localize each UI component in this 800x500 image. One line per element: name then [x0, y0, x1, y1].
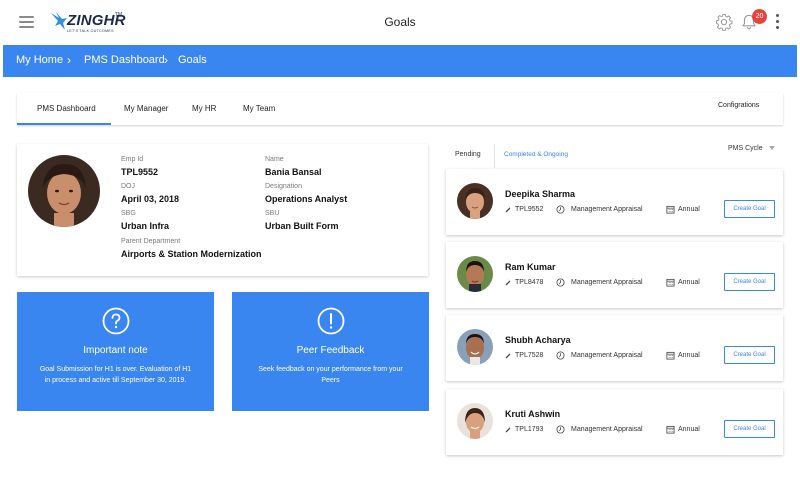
parent-department-value: Airports & Station Modernization — [121, 249, 262, 259]
pms-cycle-label: PMS Cycle — [728, 145, 763, 152]
doj-label: DOJ — [121, 183, 135, 190]
employee-id: TPL8478 — [515, 279, 544, 286]
appraisal-type: Management Appraisal — [571, 426, 643, 433]
important-note-title: Important note — [83, 345, 148, 356]
pin-icon — [505, 205, 511, 213]
employee-card: Ram Kumar TPL8478 Management Appraisal A… — [446, 242, 783, 308]
breadcrumb: My Home › PMS Dashboard › Goals — [3, 45, 797, 77]
exclamation-circle-icon — [317, 307, 345, 335]
tab-configurations[interactable]: Configrations — [718, 102, 759, 109]
employee-id: TPL7528 — [515, 352, 544, 359]
clock-icon — [556, 278, 565, 287]
tab-pending[interactable]: Pending — [455, 151, 481, 158]
chevron-down-icon — [768, 146, 775, 151]
peer-feedback-description: Seek feedback on your performance from y… — [258, 366, 403, 384]
breadcrumb-goals: Goals — [178, 54, 207, 66]
tab-my-manager[interactable]: My Manager — [124, 104, 168, 113]
clock-icon — [556, 205, 565, 214]
employee-card: Deepika Sharma TPL9552 Management Apprai… — [446, 169, 783, 235]
employee-card: Kruti Ashwin TPL1793 Management Appraisa… — [446, 389, 783, 455]
peer-feedback-title: Peer Feedback — [296, 345, 365, 356]
important-note-card[interactable]: Important note Goal Submission for H1 is… — [17, 292, 214, 411]
name-label: Name — [265, 156, 284, 163]
employee-id: TPL9552 — [515, 206, 544, 213]
employee-name: Shubh Acharya — [505, 335, 571, 345]
calendar-icon — [666, 205, 675, 214]
tab-my-team[interactable]: My Team — [243, 104, 275, 113]
tab-completed-ongoing[interactable]: Completed & Ongoing — [504, 151, 568, 158]
calendar-icon — [666, 425, 675, 434]
employee-name: Kruti Ashwin — [505, 409, 561, 419]
appraisal-type: Management Appraisal — [571, 279, 643, 286]
gear-icon[interactable] — [715, 13, 733, 31]
emp-id-label: Emp Id — [121, 156, 144, 163]
create-goal-button[interactable]: Create Goal — [724, 200, 775, 218]
tab-pms-dashboard[interactable]: PMS Dashboard — [37, 104, 96, 113]
pin-icon — [505, 425, 511, 433]
employee-name: Ram Kumar — [505, 262, 556, 272]
emp-id-value: TPL9552 — [121, 167, 159, 177]
sbg-label: SBG — [121, 210, 136, 217]
appraisal-frequency: Annual — [678, 352, 700, 359]
appraisal-frequency: Annual — [678, 279, 700, 286]
appraisal-type: Management Appraisal — [571, 206, 643, 213]
sbu-label: SBU — [265, 210, 280, 217]
breadcrumb-my-home[interactable]: My Home — [16, 54, 63, 66]
chevron-right-icon: › — [67, 53, 71, 67]
designation-value: Operations Analyst — [265, 194, 348, 204]
employee-name: Deepika Sharma — [505, 189, 576, 199]
tab-divider — [494, 144, 495, 168]
avatar — [28, 155, 100, 227]
tab-bar: PMS Dashboard My Manager My HR My Team C… — [17, 93, 783, 125]
avatar — [457, 403, 493, 439]
important-note-description: Goal Submission for H1 is over. Evaluati… — [39, 366, 192, 384]
sbu-value: Urban Built Form — [265, 221, 339, 231]
calendar-icon — [666, 351, 675, 360]
top-bar: ZINGHR TM LET'S TALK OUTCOMES Goals 20 — [0, 0, 800, 45]
clock-icon — [556, 351, 565, 360]
name-value: Bania Bansal — [265, 167, 322, 177]
create-goal-button[interactable]: Create Goal — [724, 420, 775, 438]
more-vert-icon[interactable] — [776, 14, 780, 30]
doj-value: April 03, 2018 — [121, 194, 180, 204]
pin-icon — [505, 278, 511, 286]
calendar-icon — [666, 278, 675, 287]
employee-card: Shubh Acharya TPL7528 Management Apprais… — [446, 315, 783, 381]
notification-badge: 20 — [752, 9, 767, 24]
clock-icon — [556, 425, 565, 434]
parent-department-label: Parent Department — [121, 238, 181, 245]
question-circle-icon — [102, 307, 130, 335]
pms-cycle-dropdown[interactable]: PMS Cycle — [728, 145, 775, 152]
create-goal-button[interactable]: Create Goal — [724, 273, 775, 291]
page-title: Goals — [384, 15, 416, 29]
chevron-right-icon: › — [164, 53, 168, 67]
create-goal-button[interactable]: Create Goal — [724, 346, 775, 364]
appraisal-frequency: Annual — [678, 206, 700, 213]
breadcrumb-pms-dashboard[interactable]: PMS Dashboard — [84, 54, 165, 66]
appraisal-type: Management Appraisal — [571, 352, 643, 359]
active-tab-indicator — [17, 123, 111, 125]
tab-my-hr[interactable]: My HR — [192, 104, 216, 113]
peer-feedback-card[interactable]: Peer Feedback Seek feedback on your perf… — [232, 292, 429, 411]
avatar — [457, 256, 493, 292]
pin-icon — [505, 351, 511, 359]
designation-label: Designation — [265, 183, 302, 190]
avatar — [457, 183, 493, 219]
employee-id: TPL1793 — [515, 426, 544, 433]
logo-tagline: LET'S TALK OUTCOMES — [67, 29, 114, 33]
avatar — [457, 329, 493, 365]
profile-card: Emp Id TPL9552 Name Bania Bansal DOJ Apr… — [17, 144, 428, 276]
appraisal-frequency: Annual — [678, 426, 700, 433]
sbg-value: Urban Infra — [121, 221, 170, 231]
